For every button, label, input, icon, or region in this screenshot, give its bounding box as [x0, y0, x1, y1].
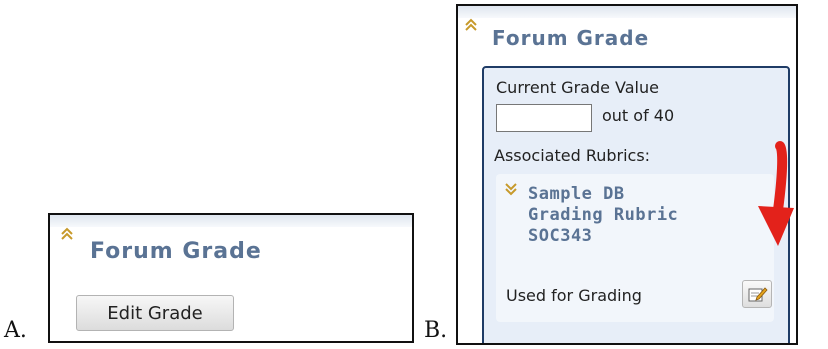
forum-grade-panel-b: Forum Grade Current Grade Value out of 4… [456, 4, 798, 345]
rubric-title[interactable]: Sample DB Grading Rubric SOC343 [528, 184, 678, 247]
rubric-card: Sample DB Grading Rubric SOC343 Used for… [496, 174, 774, 322]
associated-rubrics-label: Associated Rubrics: [494, 146, 651, 165]
edit-rubric-button[interactable] [742, 280, 772, 308]
panel-b-title: Forum Grade [492, 26, 650, 50]
used-for-grading-label: Used for Grading [506, 286, 642, 305]
forum-grade-panel-a: Forum Grade Edit Grade [48, 213, 414, 343]
panel-a-title: Forum Grade [90, 239, 262, 264]
grade-section: Current Grade Value out of 40 Associated… [482, 66, 790, 343]
caption-a: A. [4, 318, 27, 343]
grade-value-input[interactable] [496, 104, 592, 132]
chevron-up-icon[interactable] [464, 18, 478, 35]
panel-b-header-shade [458, 6, 796, 18]
rubric-title-line-1: Sample DB [528, 184, 625, 204]
rubric-title-line-3: SOC343 [528, 226, 593, 246]
red-arrow-icon [748, 140, 796, 256]
caption-b: B. [424, 318, 448, 343]
out-of-label: out of 40 [602, 106, 675, 125]
chevron-up-icon[interactable] [60, 227, 74, 244]
rubric-title-line-2: Grading Rubric [528, 205, 679, 225]
edit-pencil-icon [748, 285, 768, 307]
chevron-down-icon[interactable] [504, 182, 518, 199]
current-grade-label: Current Grade Value [496, 78, 659, 97]
edit-grade-button[interactable]: Edit Grade [76, 295, 234, 331]
panel-a-header-shade [50, 215, 412, 227]
